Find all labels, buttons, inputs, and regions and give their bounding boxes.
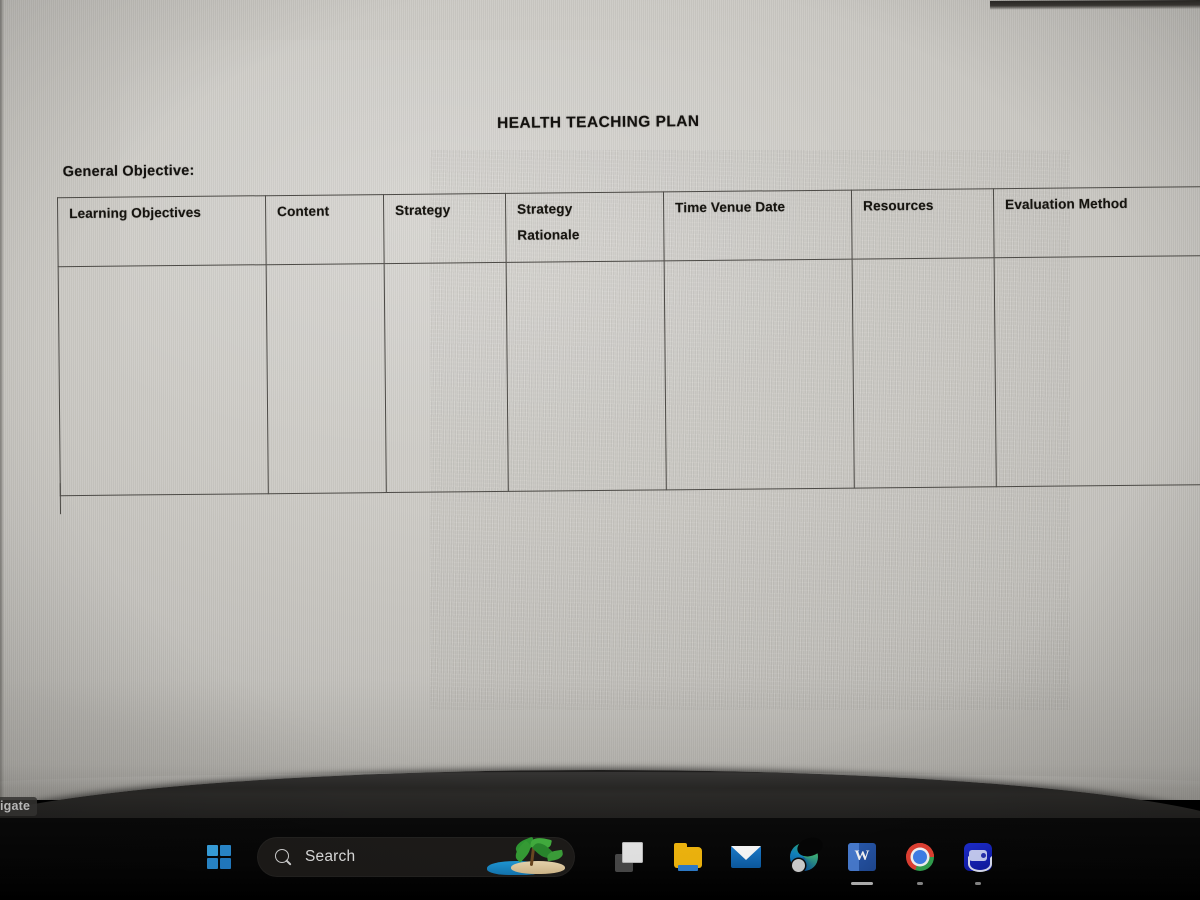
table-cell-resources[interactable] bbox=[852, 257, 997, 489]
taskbar-app-task-view[interactable] bbox=[601, 831, 659, 883]
column-header-time-venue-date: Time Venue Date bbox=[663, 190, 853, 261]
column-header-evaluation-method: Evaluation Method bbox=[993, 186, 1200, 258]
taskbar-items: Search W bbox=[0, 826, 1200, 888]
task-view-icon bbox=[615, 842, 645, 872]
beach-palm-tree-image bbox=[487, 837, 571, 875]
taskbar-app-word[interactable]: W bbox=[833, 831, 891, 885]
health-teaching-plan-table-wrapper: Learning Objectives Content Strategy Str… bbox=[57, 186, 1200, 496]
column-header-label: Content bbox=[277, 203, 330, 220]
table-cell-content[interactable] bbox=[266, 263, 387, 494]
table-row[interactable] bbox=[58, 255, 1200, 496]
start-button[interactable] bbox=[193, 831, 245, 883]
mail-icon bbox=[731, 842, 761, 872]
column-header-content: Content bbox=[265, 194, 385, 265]
taskbar-app-chrome[interactable] bbox=[891, 831, 949, 885]
column-header-label: Evaluation Method bbox=[1005, 195, 1128, 213]
column-header-label: Strategy bbox=[517, 201, 573, 217]
app-running-indicator bbox=[917, 882, 923, 885]
windows-logo-icon bbox=[207, 845, 231, 869]
health-teaching-plan-table: Learning Objectives Content Strategy Str… bbox=[57, 186, 1200, 496]
edge-icon bbox=[789, 834, 826, 872]
app-active-indicator bbox=[851, 882, 873, 885]
messenger-icon bbox=[963, 842, 993, 872]
column-header-learning-objectives: Learning Objectives bbox=[57, 195, 267, 267]
photographed-monitor-screenshot: HEALTH TEACHING PLAN General Objective: bbox=[0, 0, 1200, 900]
word-icon: W bbox=[847, 842, 877, 872]
taskbar-app-messenger[interactable] bbox=[949, 831, 1007, 885]
column-header-strategy-rationale: Strategy Rationale bbox=[505, 191, 665, 263]
bezel-partial-label: igate bbox=[0, 797, 38, 816]
search-icon bbox=[275, 848, 292, 866]
table-cell-strategy[interactable] bbox=[384, 262, 509, 493]
column-header-resources: Resources bbox=[851, 188, 995, 260]
general-objective-label: General Objective: bbox=[62, 162, 195, 181]
table-header-row: Learning Objectives Content Strategy Str… bbox=[57, 186, 1200, 267]
taskbar-app-edge[interactable] bbox=[775, 831, 833, 883]
search-placeholder: Search bbox=[305, 848, 356, 865]
table-cell-evaluation-method[interactable] bbox=[994, 255, 1200, 487]
taskbar-app-file-explorer[interactable] bbox=[659, 831, 717, 883]
chrome-icon bbox=[905, 842, 935, 872]
column-header-strategy: Strategy bbox=[383, 193, 507, 264]
column-header-label: Time Venue Date bbox=[675, 199, 786, 216]
table-cell-strategy-rationale[interactable] bbox=[506, 260, 667, 492]
file-explorer-icon bbox=[673, 842, 703, 872]
monitor-display-panel: HEALTH TEACHING PLAN General Objective: bbox=[0, 0, 1200, 800]
column-header-label: Resources bbox=[863, 197, 934, 214]
app-running-indicator bbox=[975, 882, 981, 885]
page-title: HEALTH TEACHING PLAN bbox=[496, 113, 700, 132]
windows-taskbar: Search W bbox=[0, 818, 1200, 900]
word-document-page: HEALTH TEACHING PLAN General Objective: bbox=[0, 0, 1200, 806]
column-header-label: Learning Objectives bbox=[69, 204, 202, 222]
taskbar-app-mail[interactable] bbox=[717, 831, 775, 883]
column-header-label: Strategy bbox=[395, 202, 451, 218]
search-input[interactable]: Search bbox=[257, 837, 575, 877]
column-header-label-line2: Rationale bbox=[517, 227, 580, 243]
table-cell-learning-objectives[interactable] bbox=[58, 264, 269, 496]
table-cell-time-venue-date[interactable] bbox=[664, 259, 855, 490]
